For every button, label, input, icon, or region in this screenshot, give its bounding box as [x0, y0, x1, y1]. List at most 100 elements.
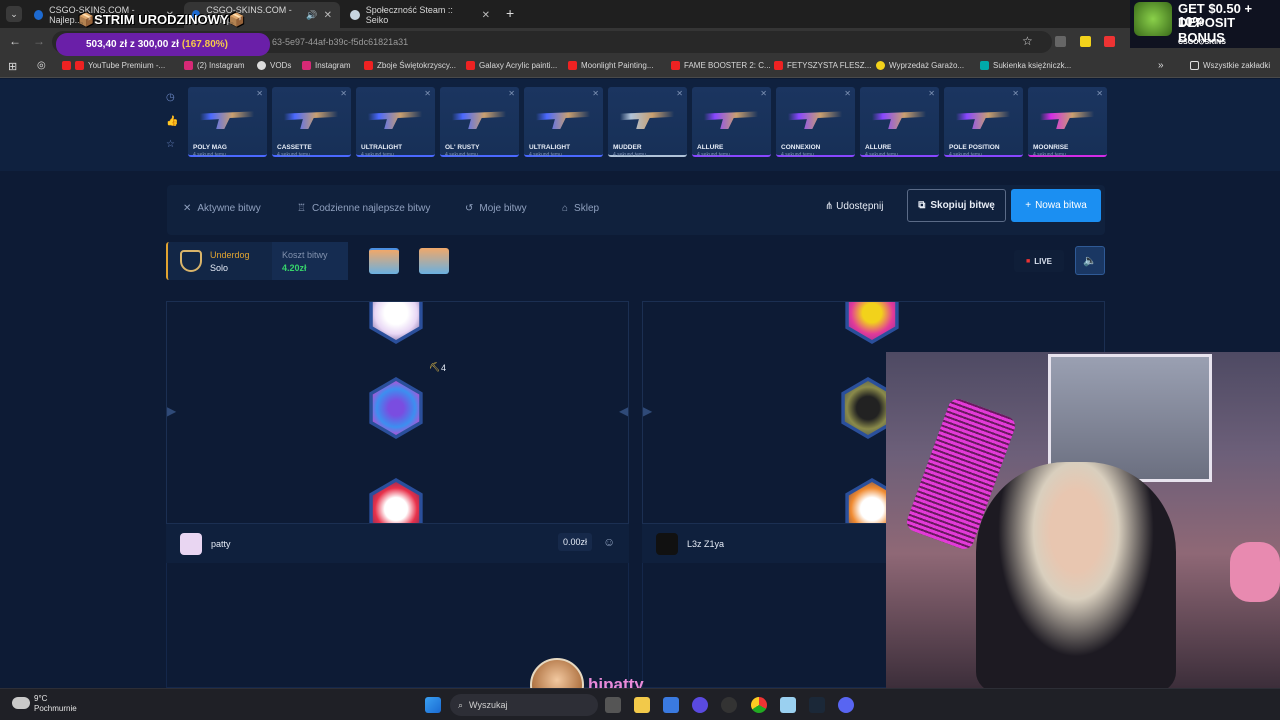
- drop-card[interactable]: ✕ MOONRISE 4 sekund temu: [1028, 87, 1107, 158]
- battle-type: Solo: [210, 263, 229, 273]
- bookmark-item[interactable]: FAME BOOSTER 2: C...: [671, 61, 771, 70]
- drop-card[interactable]: ✕ ALLURE 4 sekund temu: [860, 87, 939, 158]
- close-icon[interactable]: ✕: [844, 89, 851, 98]
- sticker-item: [845, 302, 899, 344]
- drop-name: CONNEXION: [781, 144, 821, 151]
- drop-card[interactable]: ✕ ALLURE 4 sekund temu: [692, 87, 771, 158]
- url-text: 63-5e97-44af-b39c-f5dc61821a31: [272, 37, 409, 47]
- weather-widget[interactable]: 9°C Pochmurnie: [34, 694, 77, 714]
- taskbar-search[interactable]: ⌕ Wyszukaj: [450, 694, 598, 716]
- youtube-icon: [466, 61, 475, 70]
- bookmark-item[interactable]: Galaxy Acrylic painti...: [466, 61, 557, 70]
- avatar: [656, 533, 678, 555]
- drop-card[interactable]: ✕ OL' RUSTY 4 sekund temu: [440, 87, 519, 158]
- notepad-icon[interactable]: [780, 697, 796, 713]
- chevron-right-icon: ◀: [619, 404, 629, 418]
- badge-count: 4: [441, 363, 447, 373]
- apps-icon[interactable]: ⊞: [8, 60, 17, 73]
- back-icon[interactable]: ←: [9, 34, 21, 48]
- nav-my-battles[interactable]: ↺ Moje bitwy: [465, 203, 527, 214]
- player-value: 0.00zł: [558, 533, 593, 551]
- bookmark-item[interactable]: Moonlight Painting...: [568, 61, 654, 70]
- bookmark-item[interactable]: (2) Instagram: [184, 61, 245, 70]
- steam-icon[interactable]: [809, 697, 825, 713]
- close-icon[interactable]: ✕: [508, 89, 515, 98]
- copy-battle-button[interactable]: ⧉ Skopiuj bitwę: [907, 189, 1006, 222]
- case-icon[interactable]: [419, 248, 449, 274]
- drop-time: 4 sekund temu: [361, 152, 394, 158]
- close-icon[interactable]: ✕: [482, 10, 490, 21]
- close-icon[interactable]: ✕: [340, 89, 347, 98]
- copy-icon: ⧉: [918, 200, 926, 211]
- drop-time: 4 sekund temu: [613, 152, 646, 158]
- extension-icon[interactable]: [1080, 36, 1091, 47]
- close-icon[interactable]: ✕: [424, 89, 431, 98]
- spinner-left: ⛏ 4 ▶ ◀: [166, 301, 629, 523]
- bookmark-item[interactable]: Wyprzedaż Garażo...: [876, 61, 964, 70]
- drop-card[interactable]: ✕ CASSETTE 4 sekund temu: [272, 87, 351, 158]
- all-bookmarks-folder[interactable]: Wszystkie zakładki: [1190, 61, 1270, 70]
- ad-brand: CSGO⊙SKINS: [1178, 39, 1226, 46]
- discord-icon[interactable]: [838, 697, 854, 713]
- extension-icon[interactable]: [1104, 36, 1115, 47]
- new-battle-button[interactable]: + Nowa bitwa: [1011, 189, 1101, 222]
- app-icon[interactable]: [692, 697, 708, 713]
- drop-card[interactable]: ✕ MUDDER 4 sekund temu: [608, 87, 687, 158]
- globe-icon[interactable]: ◎: [37, 60, 46, 71]
- bookmark-star-icon[interactable]: ☆: [1022, 34, 1033, 48]
- close-icon[interactable]: ✕: [1096, 89, 1103, 98]
- battle-nav: ✕ Aktywne bitwy ♖ Codzienne najlepsze bitw…: [167, 185, 1105, 235]
- close-icon[interactable]: ✕: [676, 89, 683, 98]
- steam-favicon: [350, 10, 360, 20]
- close-icon[interactable]: ✕: [1012, 89, 1019, 98]
- weapon-skin-image: [620, 111, 674, 129]
- close-icon[interactable]: ✕: [324, 10, 332, 21]
- drop-card[interactable]: ✕ POLE POSITION 4 sekund temu: [944, 87, 1023, 158]
- sound-toggle[interactable]: 🔈: [1075, 246, 1105, 275]
- plus-icon: +: [1025, 200, 1032, 211]
- smiley-icon[interactable]: ☺: [603, 535, 615, 549]
- youtube-icon: [671, 61, 680, 70]
- case-icon[interactable]: [369, 248, 399, 274]
- drop-time: 4 sekund temu: [277, 152, 310, 158]
- store-icon[interactable]: [663, 697, 679, 713]
- crossed-swords-icon: ✕: [183, 203, 192, 214]
- more-bookmarks-icon[interactable]: »: [1158, 60, 1164, 71]
- bookmark-item[interactable]: VODs: [257, 61, 291, 70]
- bookmark-item[interactable]: Zboje Świętokrzyscy...: [364, 61, 456, 70]
- bookmark-item[interactable]: YouTube Premium -...: [62, 61, 165, 70]
- nav-active-battles[interactable]: ✕ Aktywne bitwy: [183, 203, 261, 214]
- drop-card[interactable]: ✕ ULTRALIGHT 4 sekund temu: [524, 87, 603, 158]
- nav-shop[interactable]: ⌂ Sklep: [562, 203, 599, 214]
- close-icon[interactable]: ✕: [256, 89, 263, 98]
- drop-time: 4 sekund temu: [781, 152, 814, 158]
- weapon-skin-image: [368, 111, 422, 129]
- task-view-icon[interactable]: [605, 697, 621, 713]
- chrome-icon[interactable]: [751, 697, 767, 713]
- drop-card[interactable]: ✕ CONNEXION 4 sekund temu: [776, 87, 855, 158]
- bookmark-item[interactable]: Sukienka księżniczk...: [980, 61, 1071, 70]
- clock-icon[interactable]: ◷: [166, 92, 178, 104]
- extension-icon[interactable]: [1055, 36, 1066, 47]
- thumbs-up-icon[interactable]: 👍: [166, 116, 178, 128]
- tab-list-button[interactable]: ⌄: [6, 6, 22, 22]
- share-button[interactable]: ⋔ Udostępnij: [825, 201, 883, 212]
- tab-steam[interactable]: Społeczność Steam :: Seiko ✕: [342, 2, 498, 28]
- close-icon[interactable]: ✕: [592, 89, 599, 98]
- drop-card[interactable]: ✕ POLY MAG 4 sekund temu: [188, 87, 267, 158]
- bookmark-item[interactable]: Instagram: [302, 61, 351, 70]
- bookmark-item[interactable]: FETYSZYSTA FLESZ...: [774, 61, 871, 70]
- windows-start-icon[interactable]: [425, 697, 441, 713]
- drop-card[interactable]: ✕ ULTRALIGHT 4 sekund temu: [356, 87, 435, 158]
- obs-icon[interactable]: [721, 697, 737, 713]
- pickaxe-icon: ⛏: [429, 362, 441, 372]
- close-icon[interactable]: ✕: [928, 89, 935, 98]
- close-icon[interactable]: ✕: [760, 89, 767, 98]
- file-explorer-icon[interactable]: [634, 697, 650, 713]
- drop-time: 4 sekund temu: [865, 152, 898, 158]
- forward-icon[interactable]: →: [33, 34, 45, 48]
- new-tab-button[interactable]: +: [506, 5, 514, 21]
- weather-desc: Pochmurnie: [34, 704, 77, 713]
- nav-daily-best[interactable]: ♖ Codzienne najlepsze bitwy: [297, 203, 430, 214]
- star-icon[interactable]: ☆: [166, 139, 178, 151]
